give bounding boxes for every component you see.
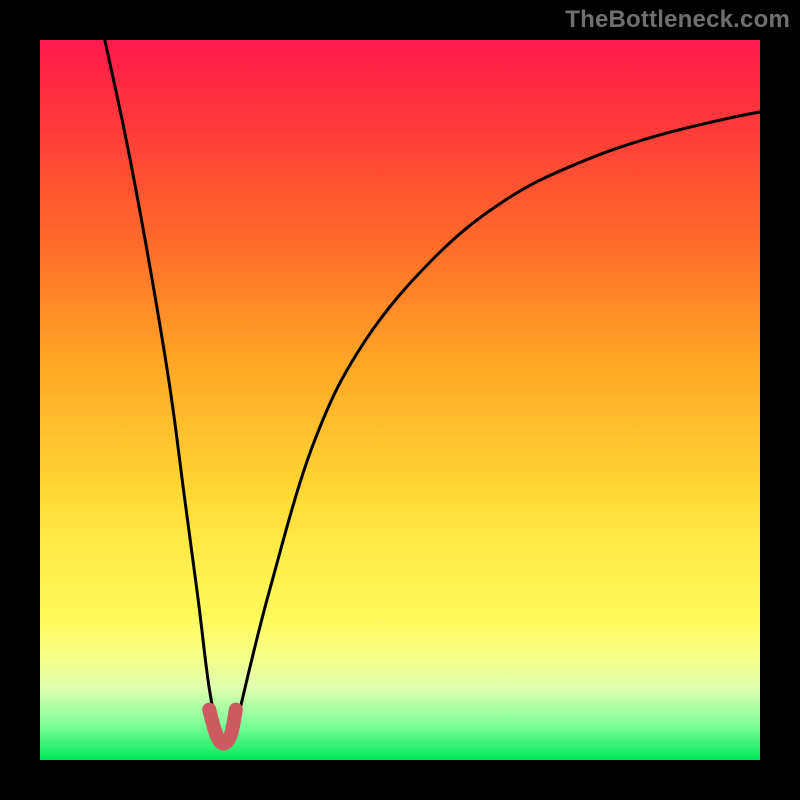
bottleneck-curve-path bbox=[105, 40, 760, 746]
highlight-min-path bbox=[209, 710, 236, 744]
chart-frame: TheBottleneck.com bbox=[0, 0, 800, 800]
plot-area bbox=[40, 40, 760, 760]
curve-svg bbox=[40, 40, 760, 760]
watermark-text: TheBottleneck.com bbox=[565, 6, 790, 34]
